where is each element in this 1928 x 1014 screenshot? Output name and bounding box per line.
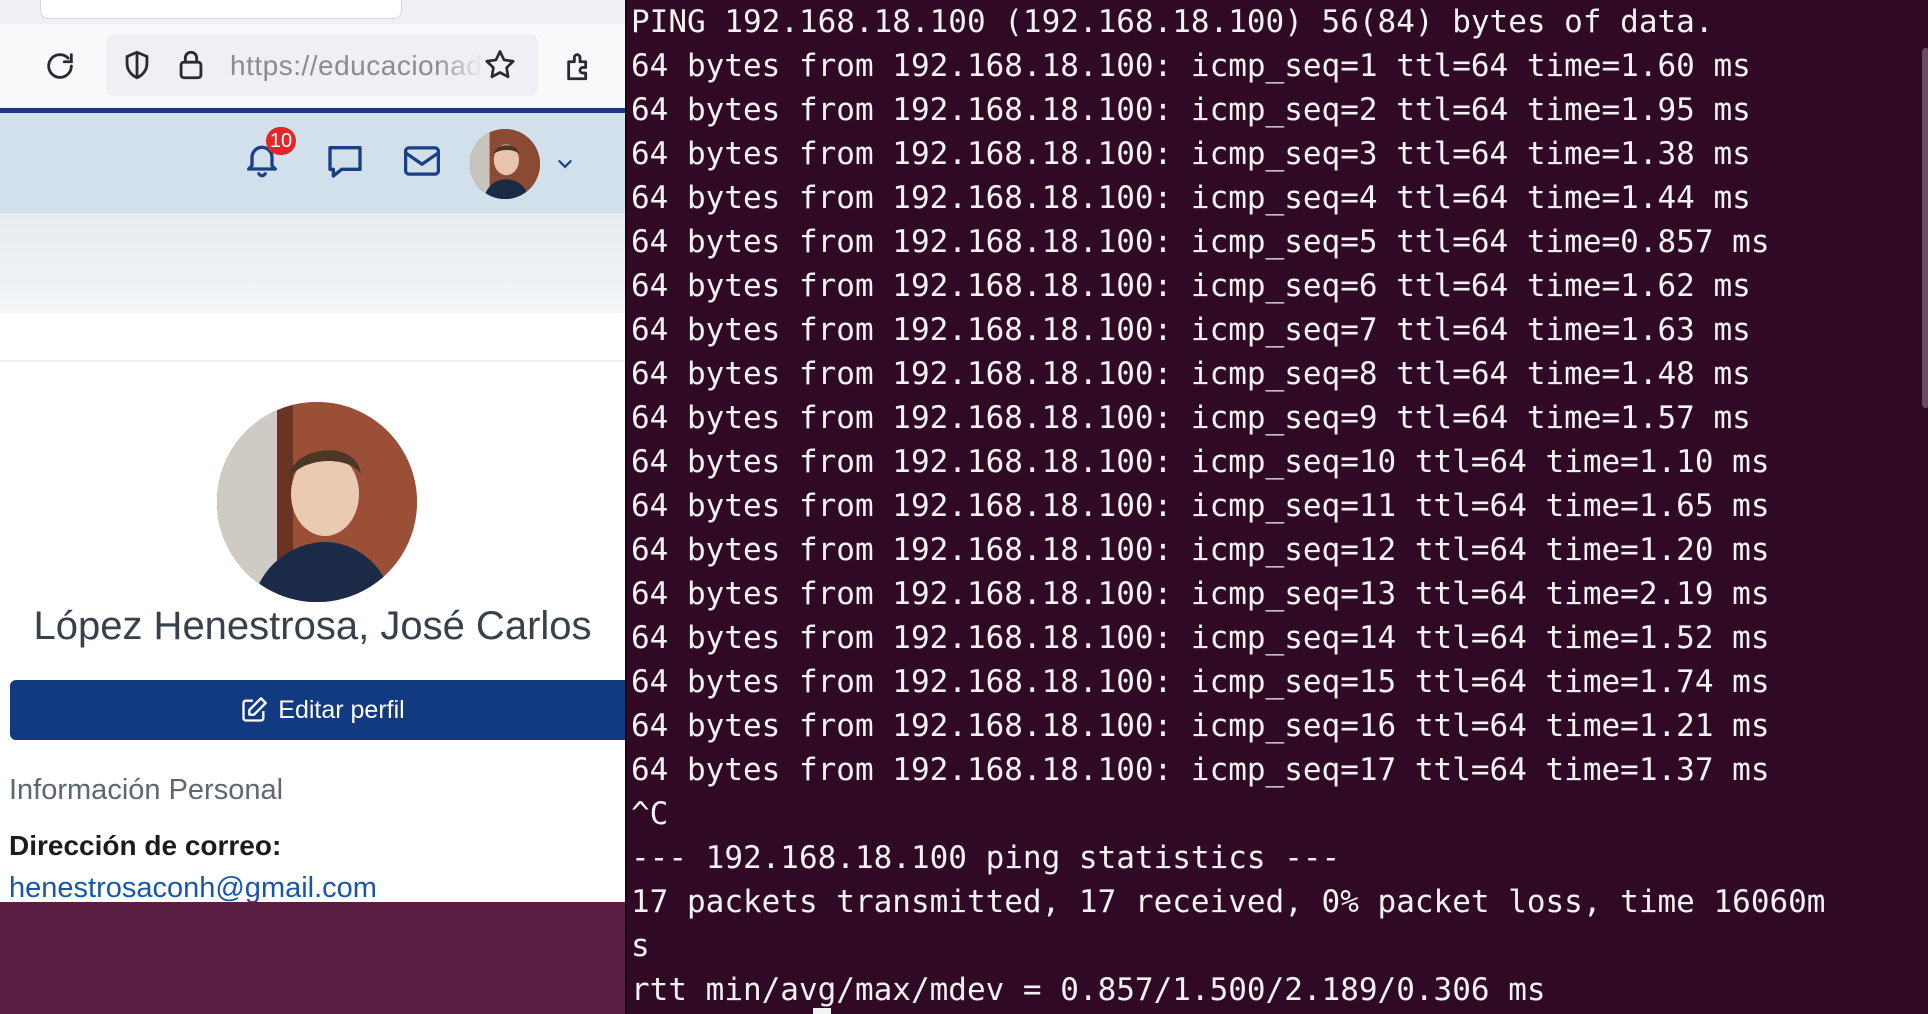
shield-icon[interactable] [120,48,154,82]
extensions-button[interactable] [560,46,600,86]
terminal-line: 64 bytes from 192.168.18.100: icmp_seq=1… [631,708,1770,744]
terminal-line: 64 bytes from 192.168.18.100: icmp_seq=1… [631,532,1770,568]
terminal-line: 17 packets transmitted, 17 received, 0% … [631,884,1826,920]
terminal-line: s [631,928,650,964]
terminal-scrollbar[interactable] [1922,48,1928,408]
terminal-line: 64 bytes from 192.168.18.100: icmp_seq=9… [631,400,1751,436]
terminal-line: 64 bytes from 192.168.18.100: icmp_seq=1… [631,620,1770,656]
terminal-line: 64 bytes from 192.168.18.100: icmp_seq=7… [631,312,1751,348]
extensions-icon [567,53,588,81]
edit-profile-label: Editar perfil [278,695,405,724]
personal-info-heading: Información Personal [9,774,284,806]
terminal-cursor [813,1008,831,1014]
edit-profile-button[interactable]: Editar perfil [10,680,625,740]
lock-icon[interactable] [174,48,208,82]
terminal-line: 64 bytes from 192.168.18.100: icmp_seq=3… [631,136,1751,172]
terminal-line: rtt min/avg/max/mdev = 0.857/1.500/2.189… [631,972,1546,1008]
profile-photo [217,402,417,602]
email-label: Dirección de correo: [9,830,282,861]
terminal-line: 64 bytes from 192.168.18.100: icmp_seq=1… [631,752,1770,788]
user-menu-toggle[interactable] [554,153,576,179]
terminal-line: 64 bytes from 192.168.18.100: icmp_seq=2… [631,92,1751,128]
terminal-line: ^C [631,796,669,832]
terminal-line: PING 192.168.18.100 (192.168.18.100) 56(… [631,4,1714,40]
terminal-window[interactable]: PING 192.168.18.100 (192.168.18.100) 56(… [625,0,1928,1014]
site-header: 10 [0,108,625,213]
notification-badge: 10 [266,127,296,155]
terminal-line: 64 bytes from 192.168.18.100: icmp_seq=1… [631,488,1770,524]
terminal-line: 64 bytes from 192.168.18.100: icmp_seq=1… [631,576,1770,612]
terminal-line: 64 bytes from 192.168.18.100: icmp_seq=5… [631,224,1770,260]
browser-tab[interactable] [40,0,402,19]
profile-name: López Henestrosa, José Carlos [33,604,592,648]
mail-icon [404,146,440,176]
reload-button[interactable] [40,46,80,86]
terminal-output: PING 192.168.18.100 (192.168.18.100) 56(… [631,0,1825,1012]
messages-button[interactable] [324,141,366,185]
profile-photo-image [217,402,417,602]
reload-icon [47,53,73,79]
chevron-down-icon [558,160,572,169]
mail-button[interactable] [402,143,442,183]
chat-icon [328,146,362,178]
address-bar[interactable]: https://educacionadistancia.juntadeandal… [106,34,538,96]
user-avatar[interactable] [470,129,540,199]
avatar-photo [470,129,540,199]
star-icon[interactable] [482,47,518,83]
terminal-line: 64 bytes from 192.168.18.100: icmp_seq=1… [631,48,1751,84]
url-fade [436,42,484,88]
terminal-line: 64 bytes from 192.168.18.100: icmp_seq=6… [631,268,1751,304]
browser-toolbar: https://educacionadistancia.juntadeandal… [0,24,625,108]
tab-strip [0,0,625,24]
divider [0,360,625,362]
profile-banner [0,213,625,313]
browser-window: https://educacionadistancia.juntadeandal… [0,0,625,902]
terminal-line: 64 bytes from 192.168.18.100: icmp_seq=1… [631,664,1770,700]
email-link[interactable]: henestrosaconh@gmail.com [9,872,377,902]
terminal-line: 64 bytes from 192.168.18.100: icmp_seq=8… [631,356,1751,392]
terminal-line: 64 bytes from 192.168.18.100: icmp_seq=4… [631,180,1751,216]
terminal-line: 64 bytes from 192.168.18.100: icmp_seq=1… [631,444,1770,480]
edit-icon [242,697,268,722]
terminal-line: --- 192.168.18.100 ping statistics --- [631,840,1341,876]
